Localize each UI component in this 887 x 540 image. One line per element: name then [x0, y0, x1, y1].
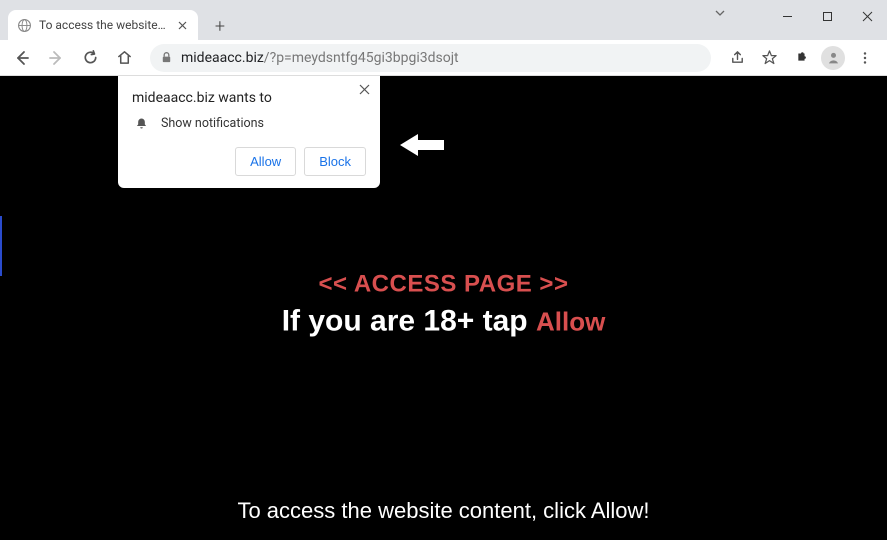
left-edge-accent	[0, 216, 2, 276]
url-path: /?p=meydsntfg45gi3bpgi3dsojt	[264, 50, 459, 66]
age-line-allow-word: Allow	[536, 307, 605, 337]
window-titlebar	[0, 0, 887, 8]
prompt-close-button[interactable]	[359, 84, 370, 95]
forward-button[interactable]	[42, 44, 70, 72]
bookmark-star-icon[interactable]	[755, 44, 783, 72]
page-content: mideaacc.biz wants to Show notifications…	[0, 76, 887, 540]
prompt-actions: Allow Block	[132, 147, 366, 176]
reload-button[interactable]	[76, 44, 104, 72]
age-line-prefix: If you are 18+ tap	[282, 305, 536, 338]
browser-tab[interactable]: To access the website content, cli	[8, 10, 198, 40]
avatar[interactable]	[819, 44, 847, 72]
lock-icon	[160, 51, 173, 64]
prompt-permission-label: Show notifications	[161, 116, 264, 131]
window-minimize-button[interactable]	[767, 0, 807, 32]
tab-strip: To access the website content, cli +	[0, 8, 887, 40]
notification-permission-prompt: mideaacc.biz wants to Show notifications…	[118, 76, 380, 188]
address-bar[interactable]: mideaacc.biz/?p=meydsntfg45gi3bpgi3dsojt	[150, 44, 711, 72]
allow-button[interactable]: Allow	[235, 147, 296, 176]
window-close-button[interactable]	[847, 0, 887, 32]
url-text: mideaacc.biz/?p=meydsntfg45gi3bpgi3dsojt	[181, 50, 701, 66]
browser-toolbar: mideaacc.biz/?p=meydsntfg45gi3bpgi3dsojt	[0, 40, 887, 76]
tab-search-chevron-icon[interactable]	[713, 6, 727, 20]
tab-close-button[interactable]	[174, 17, 190, 33]
block-button[interactable]: Block	[304, 147, 366, 176]
menu-kebab-icon[interactable]	[851, 44, 879, 72]
window-controls	[767, 0, 887, 32]
prompt-title: mideaacc.biz wants to	[132, 90, 366, 106]
age-line: If you are 18+ tap Allow	[282, 305, 606, 339]
page-center-message: << ACCESS PAGE >> If you are 18+ tap All…	[282, 271, 606, 339]
back-button[interactable]	[8, 44, 36, 72]
extensions-icon[interactable]	[787, 44, 815, 72]
globe-icon	[16, 17, 32, 33]
share-icon[interactable]	[723, 44, 751, 72]
access-page-heading: << ACCESS PAGE >>	[282, 271, 606, 299]
page-footer-text: To access the website content, click All…	[0, 498, 887, 524]
bell-icon	[134, 116, 149, 131]
toolbar-right-icons	[723, 44, 879, 72]
new-tab-button[interactable]: +	[206, 12, 234, 40]
tab-title: To access the website content, cli	[39, 18, 167, 32]
prompt-permission-row: Show notifications	[132, 116, 366, 131]
window-maximize-button[interactable]	[807, 0, 847, 32]
home-button[interactable]	[110, 44, 138, 72]
url-domain: mideaacc.biz	[181, 50, 264, 66]
arrow-left-icon	[400, 131, 444, 159]
